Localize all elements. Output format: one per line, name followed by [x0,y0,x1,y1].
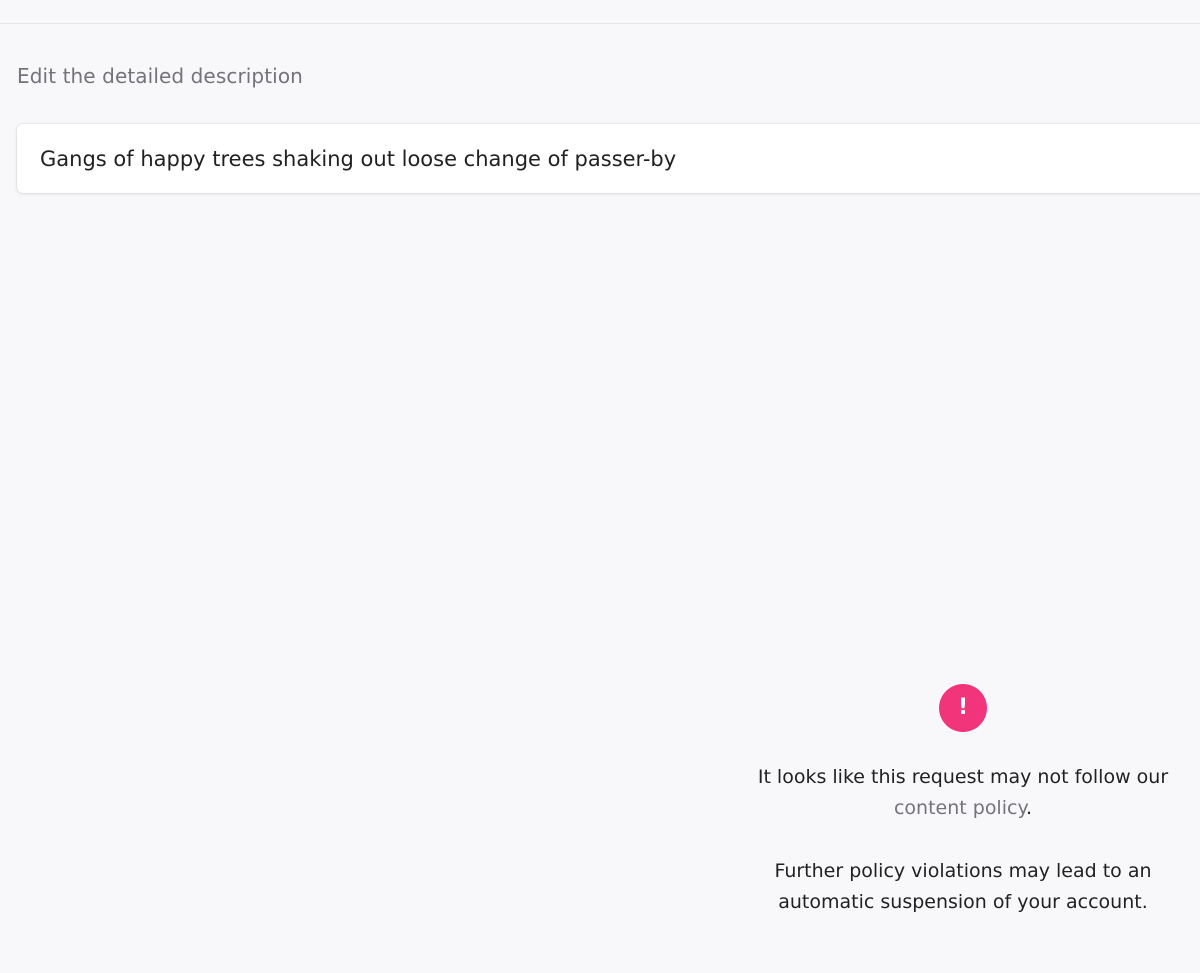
prompt-input-container[interactable] [17,124,1200,193]
warning-message: It looks like this request may not follo… [745,762,1181,824]
warning-line-1: It looks like this request may not follo… [757,766,1169,788]
content-policy-link[interactable]: content policy [894,797,1026,819]
warning-link-suffix: . [1025,797,1033,819]
warning-line-3: Further policy violations may lead to an [774,860,1152,882]
top-bar [0,0,1200,24]
warning-line-4: automatic suspension of your account. [778,891,1148,913]
warning-line-2: content policy. [745,793,1181,824]
prompt-label: Edit the detailed description [17,64,303,88]
suspension-warning: Further policy violations may lead to an… [745,856,1181,918]
page: Edit the detailed description ! It looks… [0,0,1200,973]
exclamation-icon: ! [939,684,987,732]
content-policy-warning: ! It looks like this request may not fol… [745,684,1181,918]
prompt-input[interactable] [17,124,1200,193]
